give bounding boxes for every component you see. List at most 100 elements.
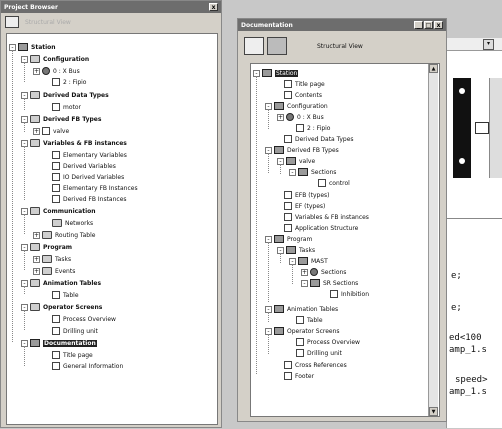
collapse-icon[interactable]: - <box>301 279 308 287</box>
tree-item[interactable]: Elementary Variables <box>43 150 127 160</box>
expand-icon[interactable]: + <box>277 113 284 121</box>
tree-item[interactable]: - Operator Screens <box>21 302 102 312</box>
tree-item[interactable]: - Derived FB Types <box>265 145 339 155</box>
tree-item[interactable]: Derived Variables <box>43 161 116 171</box>
tree-item[interactable]: Table <box>43 290 79 300</box>
tree-item[interactable]: + Tasks <box>33 254 71 264</box>
documentation-titlebar[interactable]: Documentation _ □ x <box>238 19 446 31</box>
hierarchy-view-icon[interactable] <box>267 37 287 55</box>
tree-item[interactable]: 2 : Fipio <box>43 77 86 87</box>
project-browser-close-button[interactable]: x <box>209 3 218 11</box>
tree-item-label: Sections <box>311 168 337 176</box>
tree-view-icon[interactable] <box>244 37 264 55</box>
page-icon <box>52 315 60 323</box>
minimize-button[interactable]: _ <box>414 21 423 29</box>
tree-item[interactable]: - Tasks <box>277 245 315 255</box>
tree-item[interactable]: + Routing Table <box>33 230 95 240</box>
tree-item[interactable]: + Sections <box>301 267 346 277</box>
tree-item-label: Cross References <box>295 361 347 369</box>
tree-item-label: 2 : Fipio <box>307 124 331 132</box>
tree-item[interactable]: Cross References <box>275 360 347 370</box>
tree-item[interactable]: Networks <box>43 218 93 228</box>
tree-item[interactable]: - Station <box>9 42 56 52</box>
tree-item[interactable]: - Station <box>253 68 299 78</box>
expand-icon[interactable]: + <box>33 231 40 239</box>
scroll-up-arrow-icon[interactable]: ▲ <box>429 64 438 73</box>
tree-item[interactable]: Title page <box>275 79 325 89</box>
scroll-down-arrow-icon[interactable]: ▼ <box>429 407 438 416</box>
maximize-button[interactable]: □ <box>424 21 433 29</box>
expand-icon[interactable]: + <box>33 127 40 135</box>
close-button[interactable]: x <box>434 21 443 29</box>
tree-item[interactable]: Inhibition <box>321 289 369 299</box>
tree-item-label: Derived FB Types <box>287 146 339 154</box>
tree-item[interactable]: Table <box>287 315 323 325</box>
tree-item[interactable]: General Information <box>43 361 123 371</box>
station-icon <box>286 157 296 165</box>
tree-item-label: Networks <box>65 219 94 227</box>
tree-item[interactable]: Process Overview <box>287 337 360 347</box>
tree-item[interactable]: + Events <box>33 266 75 276</box>
tree-item[interactable]: - Configuration <box>21 54 89 64</box>
tree-item[interactable]: - Sections <box>289 167 336 177</box>
tree-item[interactable]: Footer <box>275 371 314 381</box>
page-icon <box>284 224 292 232</box>
tree-item[interactable]: - Animation Tables <box>21 278 101 288</box>
tree-item[interactable]: - Communication <box>21 206 96 216</box>
tree-item[interactable]: - Derived FB Types <box>21 114 101 124</box>
tree-view-icon[interactable] <box>5 16 19 28</box>
expand-icon[interactable]: + <box>33 267 40 275</box>
tree-item[interactable]: 2 : Fipio <box>287 123 330 133</box>
folder-icon <box>30 55 40 63</box>
tree-item[interactable]: - Configuration <box>265 101 328 111</box>
tree-item[interactable]: IO Derived Variables <box>43 172 124 182</box>
tree-item[interactable]: Application Structure <box>275 223 358 233</box>
tree-item[interactable]: control <box>309 178 350 188</box>
diagram-port-2 <box>459 158 465 164</box>
tree-item[interactable]: Derived Data Types <box>275 134 354 144</box>
tree-item[interactable]: Title page <box>43 350 93 360</box>
tree-item[interactable]: Elementary FB Instances <box>43 183 138 193</box>
tree-item[interactable]: +0 : X Bus <box>277 112 324 122</box>
tree-item[interactable]: Derived FB Instances <box>43 194 127 204</box>
tree-item-label: Sections <box>321 268 347 276</box>
page-icon <box>284 135 292 143</box>
tree-connector-line <box>24 214 25 234</box>
tree-connector-line <box>292 264 293 284</box>
tree-item[interactable]: - Program <box>21 242 72 252</box>
chevron-down-icon[interactable]: ▾ <box>483 39 494 50</box>
diagram-block-light <box>489 78 502 178</box>
tree-item[interactable]: EF (types) <box>275 201 325 211</box>
tree-item[interactable]: - Derived Data Types <box>21 90 109 100</box>
tree-item[interactable]: Variables & FB instances <box>275 212 369 222</box>
tree-item[interactable]: Drilling unit <box>287 348 342 358</box>
project-browser-titlebar[interactable]: Project Browser x <box>1 1 221 13</box>
tree-item[interactable]: - SR Sections <box>301 278 358 288</box>
page-icon <box>296 124 304 132</box>
tree-item[interactable]: Contents <box>275 90 322 100</box>
station-icon <box>310 279 320 287</box>
collapse-icon[interactable]: - <box>289 168 296 176</box>
tree-item[interactable]: - MAST <box>289 256 328 266</box>
tree-item[interactable]: - Program <box>265 234 312 244</box>
tree-item[interactable]: - Variables & FB instances <box>21 138 127 148</box>
tree-item[interactable]: motor <box>43 102 81 112</box>
tree-item[interactable]: + valve <box>33 126 69 136</box>
page-icon <box>52 151 60 159</box>
tree-item[interactable]: - valve <box>277 156 315 166</box>
tree-item[interactable]: - Documentation <box>21 338 97 348</box>
expand-icon[interactable]: + <box>33 255 40 263</box>
tree-item[interactable]: +0 : X Bus <box>33 66 80 76</box>
expand-icon[interactable]: + <box>301 268 308 276</box>
tree-item[interactable]: EFB (types) <box>275 190 329 200</box>
tree-item-label: Elementary Variables <box>63 151 127 159</box>
expand-icon[interactable]: + <box>33 67 40 75</box>
tree-connector-line <box>268 312 269 322</box>
tree-item[interactable]: - Animation Tables <box>265 304 338 314</box>
tree-item[interactable]: Drilling unit <box>43 326 98 336</box>
documentation-scrollbar[interactable]: ▲ ▼ <box>428 64 438 416</box>
tree-item-label: Routing Table <box>55 231 96 239</box>
tree-item[interactable]: - Operator Screens <box>265 326 340 336</box>
tree-item[interactable]: Process Overview <box>43 314 116 324</box>
background-dropdown[interactable]: ▾ <box>447 38 502 51</box>
